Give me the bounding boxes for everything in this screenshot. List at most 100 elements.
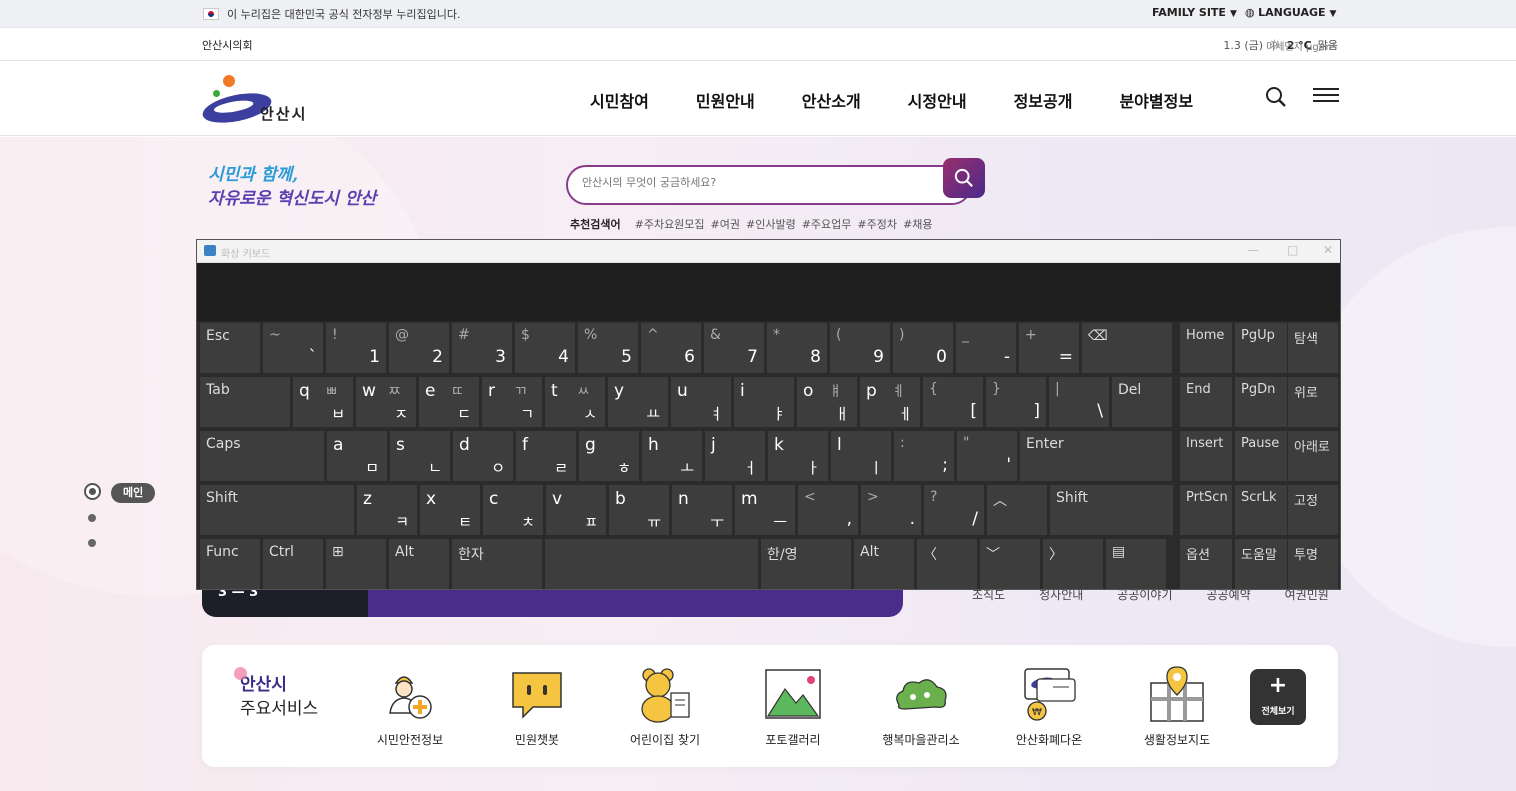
search-icon[interactable]	[1265, 86, 1287, 108]
key-1-8[interactable]: iㅑ	[734, 377, 794, 427]
key-0-3[interactable]: @2	[389, 323, 449, 373]
key-2-9[interactable]: lㅣ	[831, 431, 891, 481]
key-3-0[interactable]: Shift	[200, 485, 354, 535]
key-4-8[interactable]: 〈	[917, 539, 977, 589]
key-3-8[interactable]: <,	[798, 485, 858, 535]
side-key-2-2[interactable]: 아래로	[1288, 431, 1338, 481]
keyword-tag[interactable]: #주정차	[857, 216, 897, 232]
side-key-1-0[interactable]: End	[1180, 377, 1232, 427]
key-3-9[interactable]: >.	[861, 485, 921, 535]
side-key-0-1[interactable]: PgUp	[1235, 323, 1287, 373]
indicator-dot[interactable]	[88, 539, 96, 547]
key-0-10[interactable]: (9	[830, 323, 890, 373]
key-0-8[interactable]: & 7	[704, 323, 764, 373]
key-3-3[interactable]: cㅊ	[483, 485, 543, 535]
key-3-6[interactable]: nㅜ	[672, 485, 732, 535]
key-4-3[interactable]: Alt	[389, 539, 449, 589]
hamburger-menu-icon[interactable]	[1313, 88, 1339, 104]
key-1-9[interactable]: oㅒㅐ	[797, 377, 857, 427]
service-happy-village[interactable]: 행복마을관리소	[866, 665, 976, 748]
key-2-0[interactable]: Caps	[200, 431, 324, 481]
key-4-5[interactable]	[545, 539, 758, 589]
key-1-12[interactable]: }]	[986, 377, 1046, 427]
key-0-12[interactable]: _ -	[956, 323, 1016, 373]
key-2-4[interactable]: fㄹ	[516, 431, 576, 481]
search-button[interactable]	[943, 158, 985, 198]
service-daon-currency[interactable]: ₩ 안산화폐다온	[994, 665, 1104, 748]
key-1-14[interactable]: Del	[1112, 377, 1172, 427]
key-1-1[interactable]: qㅃㅂ	[293, 377, 353, 427]
service-safety-info[interactable]: 시민안전정보	[355, 665, 465, 748]
key-4-2[interactable]: ⊞	[326, 539, 386, 589]
side-key-3-2[interactable]: 고정	[1288, 485, 1338, 535]
side-key-1-1[interactable]: PgDn	[1235, 377, 1287, 427]
key-0-9[interactable]: * 8	[767, 323, 827, 373]
key-0-0[interactable]: Esc	[200, 323, 260, 373]
key-2-10[interactable]: :;	[894, 431, 954, 481]
key-0-2[interactable]: ! 1	[326, 323, 386, 373]
side-key-1-2[interactable]: 위로	[1288, 377, 1338, 427]
key-3-4[interactable]: vㅍ	[546, 485, 606, 535]
key-1-4[interactable]: r ㄲㄱ	[482, 377, 542, 427]
keyboard-titlebar[interactable]: 화상 키보드 — □ ✕	[197, 240, 1340, 263]
key-4-4[interactable]: 한자	[452, 539, 542, 589]
key-2-11[interactable]: " '	[957, 431, 1017, 481]
service-chatbot[interactable]: 민원챗봇	[482, 665, 592, 748]
family-site-select[interactable]: FAMILY SITE ▼	[1152, 6, 1237, 19]
service-photo-gallery[interactable]: 포토갤러리	[738, 665, 848, 748]
key-3-10[interactable]: ? /	[924, 485, 984, 535]
key-3-11[interactable]: ︿	[987, 485, 1047, 535]
view-all-button[interactable]: + 전체보기	[1250, 669, 1306, 725]
side-key-4-1[interactable]: 도움말	[1235, 539, 1287, 589]
key-1-5[interactable]: t ㅆㅅ	[545, 377, 605, 427]
key-2-2[interactable]: sㄴ	[390, 431, 450, 481]
ansan-logo[interactable]: 안산시	[200, 75, 317, 128]
side-key-3-1[interactable]: ScrLk	[1235, 485, 1287, 535]
key-1-13[interactable]: | \	[1049, 377, 1109, 427]
key-3-12[interactable]: Shift	[1050, 485, 1173, 535]
key-0-5[interactable]: $4	[515, 323, 575, 373]
key-3-2[interactable]: xㅌ	[420, 485, 480, 535]
key-0-14[interactable]: ⌫	[1082, 323, 1172, 373]
nav-field-info[interactable]: 분야별정보	[1119, 88, 1193, 112]
minimize-icon[interactable]: —	[1247, 243, 1259, 257]
side-key-0-2[interactable]: 탐색	[1288, 323, 1338, 373]
indicator-dot[interactable]	[88, 514, 96, 522]
close-icon[interactable]: ✕	[1323, 243, 1333, 257]
key-0-11[interactable]: ) 0	[893, 323, 953, 373]
key-1-6[interactable]: yㅛ	[608, 377, 668, 427]
nav-citizen-participation[interactable]: 시민참여	[590, 88, 649, 112]
keyword-tag[interactable]: #주차요원모집	[635, 216, 705, 232]
key-3-7[interactable]: mㅡ	[735, 485, 795, 535]
key-0-4[interactable]: #3	[452, 323, 512, 373]
keyword-tag[interactable]: #주요업무	[802, 216, 852, 232]
key-1-10[interactable]: pㅖㅔ	[860, 377, 920, 427]
key-1-2[interactable]: wㅉㅈ	[356, 377, 416, 427]
side-key-3-0[interactable]: PrtScn	[1180, 485, 1232, 535]
key-4-6[interactable]: 한/영	[761, 539, 851, 589]
key-1-3[interactable]: eㄸㄷ	[419, 377, 479, 427]
maximize-icon[interactable]: □	[1287, 243, 1298, 257]
key-1-7[interactable]: uㅕ	[671, 377, 731, 427]
key-4-0[interactable]: Func	[200, 539, 260, 589]
key-4-11[interactable]: ▤	[1106, 539, 1166, 589]
language-select[interactable]: ◍ LANGUAGE ▼	[1245, 6, 1336, 19]
side-key-2-0[interactable]: Insert	[1180, 431, 1232, 481]
service-daycare-finder[interactable]: 어린이집 찾기	[610, 665, 720, 748]
key-2-1[interactable]: aㅁ	[327, 431, 387, 481]
nav-info-disclosure[interactable]: 정보공개	[1014, 88, 1073, 112]
nav-city-admin[interactable]: 시정안내	[908, 88, 967, 112]
key-2-3[interactable]: dㅇ	[453, 431, 513, 481]
side-key-2-1[interactable]: Pause	[1235, 431, 1287, 481]
key-3-5[interactable]: bㅠ	[609, 485, 669, 535]
key-2-5[interactable]: gㅎ	[579, 431, 639, 481]
key-0-7[interactable]: ^ 6	[641, 323, 701, 373]
main-search-input[interactable]	[582, 176, 932, 189]
keyword-tag[interactable]: #채용	[903, 216, 932, 232]
key-4-7[interactable]: Alt	[854, 539, 914, 589]
side-key-4-2[interactable]: 투명	[1288, 539, 1338, 589]
key-2-7[interactable]: jㅓ	[705, 431, 765, 481]
keyword-tag[interactable]: #인사발령	[746, 216, 796, 232]
nav-civil-service[interactable]: 민원안내	[696, 88, 755, 112]
key-4-9[interactable]: ﹀	[980, 539, 1040, 589]
